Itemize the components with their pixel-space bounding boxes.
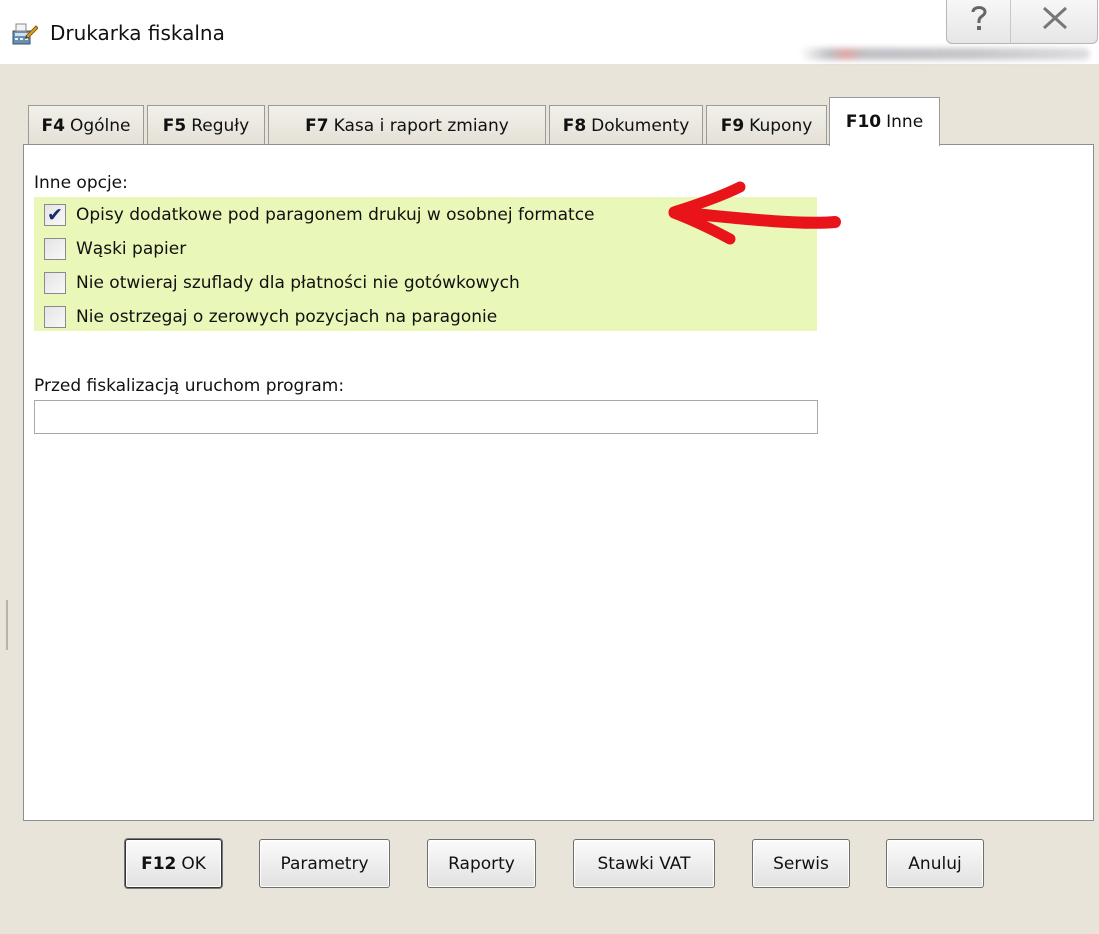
checkmark-icon: ✔ [47, 203, 63, 226]
tab-dokumenty[interactable]: F8 Dokumenty [549, 105, 703, 145]
option-label: Opisy dodatkowe pod paragonem drukuj w o… [76, 205, 595, 225]
blurred-title-area [800, 48, 1090, 60]
program-input[interactable] [34, 400, 818, 434]
window-title: Drukarka fiskalna [50, 21, 225, 45]
option-label: Wąski papier [76, 239, 187, 259]
serwis-label: Serwis [773, 853, 829, 874]
parametry-label: Parametry [280, 853, 369, 874]
option-opisy-dodatkowe[interactable]: ✔ Opisy dodatkowe pod paragonem drukuj w… [44, 202, 595, 228]
option-waski-papier[interactable]: Wąski papier [44, 236, 186, 262]
tab-ogolne[interactable]: F4 Ogólne [28, 105, 144, 145]
tab-reguly[interactable]: F5 Reguły [147, 105, 265, 145]
option-label: Nie ostrzegaj o zerowych pozycjach na pa… [76, 307, 498, 327]
tab-label: Dokumenty [591, 115, 690, 136]
anuluj-label: Anuluj [908, 853, 962, 874]
tab-label: Kasa i raport zmiany [333, 115, 509, 136]
checkbox[interactable] [44, 306, 66, 328]
option-label: Nie otwieraj szuflady dla płatności nie … [76, 273, 520, 293]
ok-label: OK [181, 853, 206, 874]
cash-register-icon [12, 22, 39, 46]
tab-inne[interactable]: F10 Inne [829, 97, 940, 146]
tab-key: F10 [845, 112, 882, 132]
title-buttons [946, 0, 1098, 44]
tab-panel-inne: Inne opcje: ✔ Opisy dodatkowe pod parago… [23, 144, 1094, 821]
ok-key: F12 [141, 853, 177, 874]
help-icon [968, 3, 990, 40]
tab-label: Ogólne [69, 115, 131, 136]
stawki-vat-label: Stawki VAT [597, 853, 691, 874]
tab-key: F5 [162, 115, 187, 136]
tab-key: F8 [562, 115, 587, 136]
tab-label: Kupony [749, 115, 813, 136]
checkbox[interactable] [44, 238, 66, 260]
checkbox[interactable]: ✔ [44, 204, 66, 226]
serwis-button[interactable]: Serwis [752, 839, 850, 888]
annotation-arrow-icon [668, 181, 841, 245]
close-icon [1040, 5, 1070, 38]
title-bar: Drukarka fiskalna [0, 0, 1099, 64]
tab-key: F4 [41, 115, 65, 136]
raporty-label: Raporty [448, 853, 515, 874]
checkbox[interactable] [44, 272, 66, 294]
tab-kasa-raport[interactable]: F7 Kasa i raport zmiany [268, 105, 546, 145]
tab-label: Inne [886, 112, 924, 132]
option-nie-otwieraj-szuflady[interactable]: Nie otwieraj szuflady dla płatności nie … [44, 270, 520, 296]
close-button[interactable] [1011, 0, 1098, 43]
program-label: Przed fiskalizacją uruchom program: [34, 376, 345, 396]
dialog-window: Drukarka fiskalna F4 Ogólne F5 Reguły F7… [0, 0, 1099, 934]
anuluj-button[interactable]: Anuluj [886, 839, 984, 888]
help-button[interactable] [947, 0, 1011, 43]
ok-button[interactable]: F12 OK [125, 839, 222, 888]
stawki-vat-button[interactable]: Stawki VAT [573, 839, 715, 888]
parametry-button[interactable]: Parametry [259, 839, 390, 888]
option-nie-ostrzegaj[interactable]: Nie ostrzegaj o zerowych pozycjach na pa… [44, 304, 497, 330]
raporty-button[interactable]: Raporty [427, 839, 536, 888]
window-edge-divider [6, 600, 8, 650]
tab-key: F9 [720, 115, 745, 136]
tab-kupony[interactable]: F9 Kupony [706, 105, 827, 145]
tab-key: F7 [305, 115, 329, 136]
options-heading: Inne opcje: [34, 173, 128, 193]
tab-label: Reguły [191, 115, 250, 136]
